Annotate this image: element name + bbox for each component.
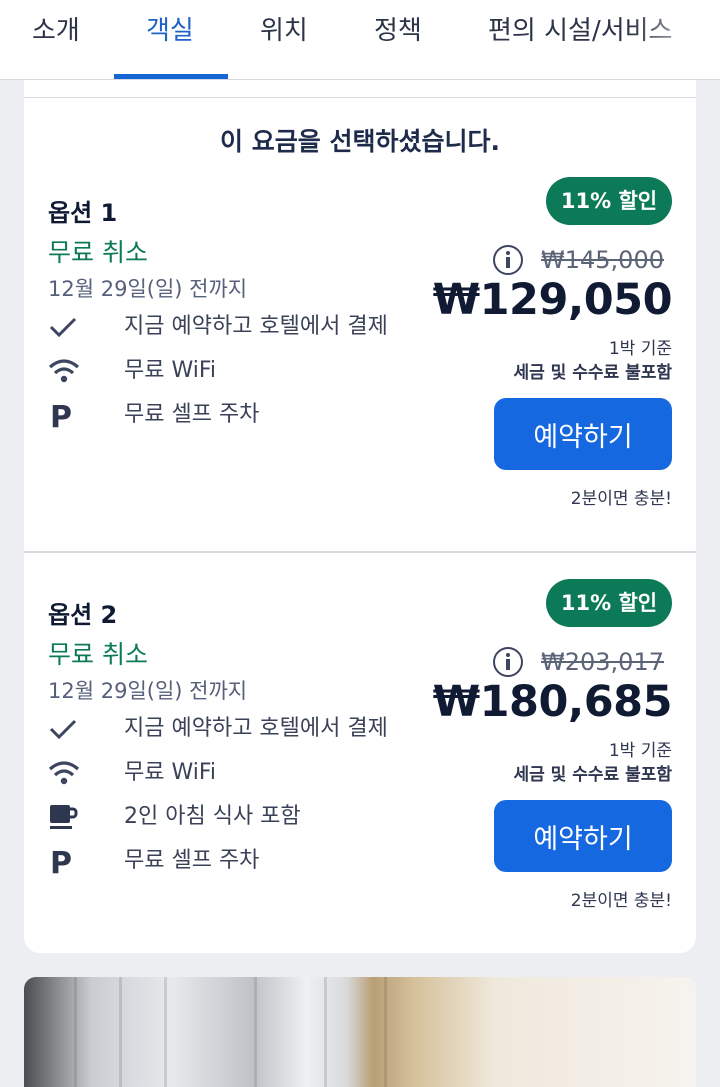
- option-divider: [24, 551, 696, 553]
- parking-icon: P: [48, 399, 88, 431]
- tab-bar: 소개 객실 위치 정책 편의 시설/서비스: [0, 0, 720, 80]
- option-title: 옵션 1: [48, 199, 118, 227]
- option-title: 옵션 2: [48, 601, 118, 629]
- quick-booking-note: 2분이면 충분!: [570, 489, 672, 509]
- room-photo[interactable]: [24, 977, 696, 1087]
- feature-wifi: 무료 WiFi: [48, 355, 216, 387]
- parking-icon: P: [48, 845, 88, 877]
- feature-text: 무료 WiFi: [124, 358, 217, 383]
- tab-rooms[interactable]: 객실: [146, 14, 194, 48]
- feature-pay-at-hotel: 지금 예약하고 호텔에서 결제: [48, 311, 388, 343]
- room-options-card: 이 요금을 선택하셨습니다. 옵션 1 무료 취소 12월 29일(일) 전까지…: [24, 80, 696, 953]
- original-price: ₩145,000: [541, 246, 664, 274]
- svg-text:P: P: [50, 846, 72, 876]
- feature-pay-at-hotel: 지금 예약하고 호텔에서 결제: [48, 713, 388, 745]
- feature-wifi: 무료 WiFi: [48, 757, 216, 789]
- book-button[interactable]: 예약하기: [494, 800, 672, 872]
- feature-text: 무료 셀프 주차: [124, 848, 260, 873]
- tax-note: 세금 및 수수료 불포함: [513, 363, 672, 383]
- per-night-label: 1박 기준: [608, 339, 672, 359]
- feature-text: 2인 아침 식사 포함: [124, 804, 301, 829]
- feature-text: 지금 예약하고 호텔에서 결제: [124, 314, 388, 339]
- cancellation-deadline: 12월 29일(일) 전까지: [48, 277, 248, 301]
- current-price: ₩129,050: [432, 275, 673, 325]
- tab-intro[interactable]: 소개: [32, 14, 80, 48]
- selected-rate-message: 이 요금을 선택하셨습니다.: [220, 127, 500, 156]
- feature-text: 무료 셀프 주차: [124, 402, 260, 427]
- info-icon[interactable]: [493, 245, 524, 275]
- feature-parking: P 무료 셀프 주차: [48, 845, 259, 877]
- active-tab-indicator: [114, 74, 228, 79]
- feature-text: 지금 예약하고 호텔에서 결제: [124, 716, 388, 741]
- wifi-icon: [48, 757, 88, 789]
- info-icon[interactable]: [493, 647, 524, 677]
- tab-location[interactable]: 위치: [260, 14, 308, 48]
- tab-policy[interactable]: 정책: [374, 14, 422, 48]
- card-top-divider: [24, 97, 696, 98]
- tax-note: 세금 및 수수료 불포함: [513, 765, 672, 785]
- per-night-label: 1박 기준: [608, 741, 672, 761]
- cancellation-deadline: 12월 29일(일) 전까지: [48, 679, 248, 703]
- book-button[interactable]: 예약하기: [494, 398, 672, 470]
- quick-booking-note: 2분이면 충분!: [570, 891, 672, 911]
- check-icon: [48, 311, 88, 343]
- svg-text:P: P: [50, 400, 72, 430]
- feature-breakfast: 2인 아침 식사 포함: [48, 801, 301, 833]
- discount-badge: 11% 할인: [546, 177, 672, 225]
- feature-text: 무료 WiFi: [124, 760, 217, 785]
- original-price-row: ₩145,000: [493, 243, 664, 277]
- free-cancellation-label: 무료 취소: [48, 640, 148, 669]
- original-price: ₩203,017: [541, 648, 664, 676]
- coffee-cup-icon: [48, 801, 88, 833]
- current-price: ₩180,685: [432, 677, 673, 727]
- feature-parking: P 무료 셀프 주차: [48, 399, 259, 431]
- original-price-row: ₩203,017: [493, 645, 664, 679]
- check-icon: [48, 713, 88, 745]
- wifi-icon: [48, 355, 88, 387]
- discount-badge: 11% 할인: [546, 579, 672, 627]
- tab-fade-overlay: [630, 0, 720, 78]
- free-cancellation-label: 무료 취소: [48, 238, 148, 267]
